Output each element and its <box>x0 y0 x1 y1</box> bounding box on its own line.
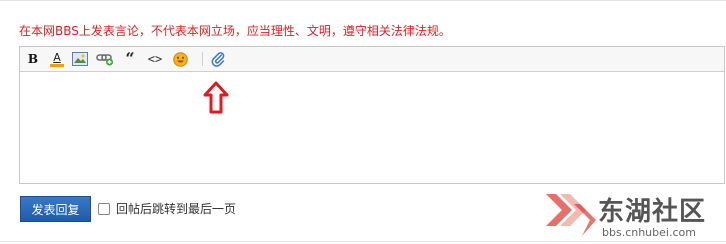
code-icon: <> <box>147 52 163 66</box>
jump-to-last-page-label: 回帖后跳转到最后一页 <box>116 202 237 216</box>
submit-reply-button[interactable]: 发表回复 <box>20 196 91 222</box>
reply-textarea[interactable] <box>20 72 724 183</box>
emoticon-button[interactable] <box>171 50 189 68</box>
bold-icon: B <box>27 52 39 66</box>
paperclip-icon <box>211 52 225 67</box>
site-logo-icon <box>542 186 598 242</box>
code-button[interactable]: <> <box>146 50 164 68</box>
font-color-bar <box>50 63 64 67</box>
bold-button[interactable]: B <box>24 50 42 68</box>
up-arrow-icon <box>203 81 229 119</box>
attachment-button[interactable] <box>209 50 227 68</box>
posting-notice: 在本网BBS上发表言论，不代表本网立场，应当理性、文明，遵守相关法律法规。 <box>19 24 451 38</box>
site-url-text: bbs.cnhubei.com <box>602 226 696 239</box>
site-brand-text: 东湖社区 <box>598 197 707 227</box>
insert-image-button[interactable] <box>71 50 89 68</box>
editor-toolbar: B A “ <> <box>20 47 724 72</box>
font-color-button[interactable]: A <box>48 50 66 68</box>
bottom-divider <box>0 241 726 242</box>
top-divider <box>0 0 726 1</box>
quote-button[interactable]: “ <box>121 50 139 68</box>
smiley-icon <box>172 51 188 67</box>
insert-link-button[interactable] <box>96 50 114 68</box>
image-icon <box>72 52 88 66</box>
reply-editor: B A “ <> <box>19 46 725 184</box>
link-add-icon <box>96 54 113 66</box>
jump-to-last-page-checkbox[interactable] <box>98 203 110 215</box>
toolbar-separator <box>202 52 203 66</box>
font-color-icon: A <box>53 50 61 64</box>
quote-icon: “ <box>125 49 135 68</box>
